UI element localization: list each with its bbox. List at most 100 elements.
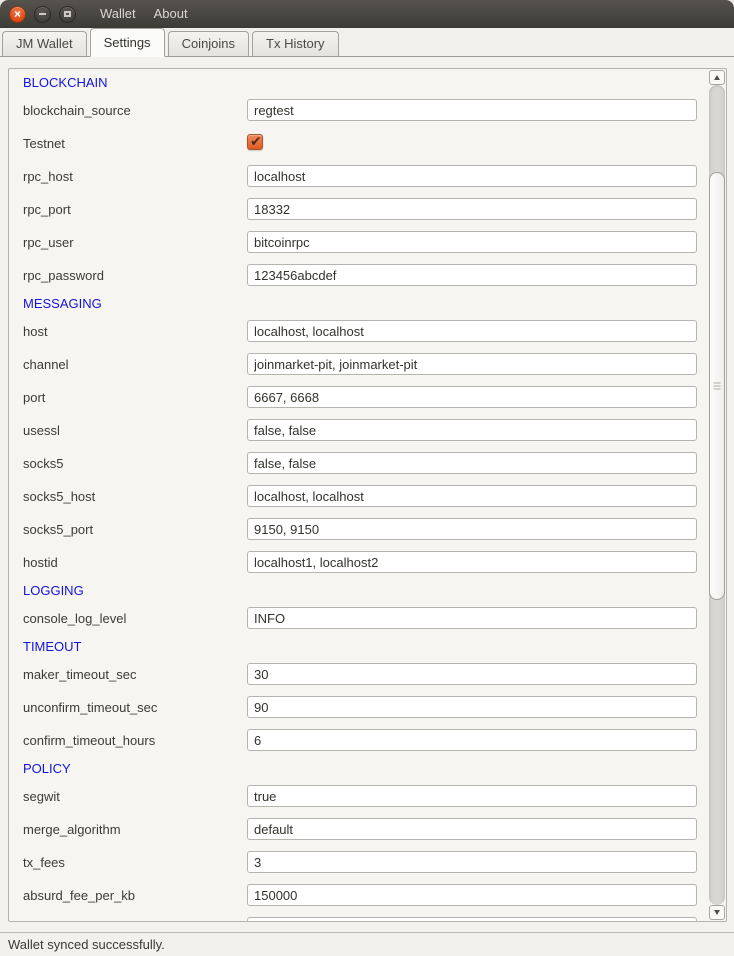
tab-tx-history[interactable]: Tx History	[252, 31, 339, 56]
maximize-icon	[64, 11, 71, 17]
field-input-channel[interactable]	[247, 353, 697, 375]
field-label: blockchain_source	[23, 94, 131, 127]
field-input-maker-timeout-sec[interactable]	[247, 663, 697, 685]
settings-row: socks5	[9, 447, 708, 480]
settings-row: segwit	[9, 780, 708, 813]
field-input-socks5-host[interactable]	[247, 485, 697, 507]
settings-row: Testnet	[9, 127, 708, 160]
field-input-absurd-fee-per-kb[interactable]	[247, 884, 697, 906]
scrollbar-thumb[interactable]	[709, 172, 725, 600]
settings-row: usessl	[9, 414, 708, 447]
settings-row: maker_timeout_sec	[9, 658, 708, 691]
scroll-up-button[interactable]	[709, 70, 725, 85]
field-input-merge-algorithm[interactable]	[247, 818, 697, 840]
field-input-tx-fees[interactable]	[247, 851, 697, 873]
menu-wallet[interactable]: Wallet	[100, 0, 136, 28]
field-input-hostid[interactable]	[247, 551, 697, 573]
scrollbar-track[interactable]	[709, 85, 725, 905]
close-icon: ×	[14, 8, 21, 20]
checkbox-testnet[interactable]	[247, 134, 263, 150]
field-label: port	[23, 381, 45, 414]
tab-coinjoins[interactable]: Coinjoins	[168, 31, 249, 56]
scroll-up-icon	[714, 75, 720, 80]
minimize-icon	[39, 13, 46, 15]
field-input-confirm-timeout-hours[interactable]	[247, 729, 697, 751]
settings-row: port	[9, 381, 708, 414]
field-input-rpc-port[interactable]	[247, 198, 697, 220]
settings-row: socks5_host	[9, 480, 708, 513]
field-label: socks5_port	[23, 513, 93, 546]
field-label: socks5	[23, 447, 63, 480]
scrollbar	[708, 69, 726, 921]
section-title-messaging: MESSAGING	[9, 292, 708, 315]
field-label: hostid	[23, 546, 58, 579]
field-input-host[interactable]	[247, 320, 697, 342]
settings-row	[9, 912, 708, 922]
tab-settings[interactable]: Settings	[90, 28, 165, 57]
settings-row: hostid	[9, 546, 708, 579]
field-label: maker_timeout_sec	[23, 658, 136, 691]
field-label: rpc_port	[23, 193, 71, 226]
settings-row: merge_algorithm	[9, 813, 708, 846]
field-input-blockchain-source[interactable]	[247, 99, 697, 121]
field-input-rpc-password[interactable]	[247, 264, 697, 286]
field-label: Testnet	[23, 127, 65, 160]
field-input-console-log-level[interactable]	[247, 607, 697, 629]
field-input-unconfirm-timeout-sec[interactable]	[247, 696, 697, 718]
settings-row: socks5_port	[9, 513, 708, 546]
titlebar: × Wallet About	[0, 0, 734, 28]
field-label: absurd_fee_per_kb	[23, 879, 135, 912]
status-bar: Wallet synced successfully.	[0, 932, 734, 956]
tab-jm-wallet[interactable]: JM Wallet	[2, 31, 87, 56]
field-label: confirm_timeout_hours	[23, 724, 155, 757]
scroll-down-button[interactable]	[709, 905, 725, 920]
window-controls: ×	[0, 6, 76, 23]
field-label: tx_fees	[23, 846, 65, 879]
scroll-down-icon	[714, 910, 720, 915]
field-label: merge_algorithm	[23, 813, 121, 846]
settings-row: unconfirm_timeout_sec	[9, 691, 708, 724]
settings-row: console_log_level	[9, 602, 708, 635]
field-input-port[interactable]	[247, 386, 697, 408]
field-input-usessl[interactable]	[247, 419, 697, 441]
menu-about[interactable]: About	[154, 0, 188, 28]
minimize-button[interactable]	[34, 6, 51, 23]
field-label: console_log_level	[23, 602, 126, 635]
field-label: segwit	[23, 780, 60, 813]
settings-row: rpc_password	[9, 259, 708, 292]
close-button[interactable]: ×	[9, 6, 26, 23]
field-label: rpc_password	[23, 259, 104, 292]
settings-row: confirm_timeout_hours	[9, 724, 708, 757]
settings-form: BLOCKCHAINblockchain_sourceTestnetrpc_ho…	[9, 69, 708, 922]
menubar: Wallet About	[100, 0, 188, 28]
settings-row: blockchain_source	[9, 94, 708, 127]
field-label: unconfirm_timeout_sec	[23, 691, 157, 724]
field-input-socks5[interactable]	[247, 452, 697, 474]
section-title-policy: POLICY	[9, 757, 708, 780]
field-input-socks5-port[interactable]	[247, 518, 697, 540]
field-label: channel	[23, 348, 69, 381]
section-title-blockchain: BLOCKCHAIN	[9, 71, 708, 94]
section-title-logging: LOGGING	[9, 579, 708, 602]
field-label: host	[23, 315, 48, 348]
settings-row: rpc_user	[9, 226, 708, 259]
field-input-partial[interactable]	[247, 917, 697, 922]
field-input-rpc-user[interactable]	[247, 231, 697, 253]
status-text: Wallet synced successfully.	[8, 937, 165, 952]
field-label: rpc_user	[23, 226, 74, 259]
settings-row: absurd_fee_per_kb	[9, 879, 708, 912]
settings-row: tx_fees	[9, 846, 708, 879]
section-title-timeout: TIMEOUT	[9, 635, 708, 658]
field-input-segwit[interactable]	[247, 785, 697, 807]
settings-row: rpc_port	[9, 193, 708, 226]
settings-row: rpc_host	[9, 160, 708, 193]
settings-row: channel	[9, 348, 708, 381]
field-label: rpc_host	[23, 160, 73, 193]
field-input-rpc-host[interactable]	[247, 165, 697, 187]
field-label: socks5_host	[23, 480, 95, 513]
settings-page: BLOCKCHAINblockchain_sourceTestnetrpc_ho…	[0, 57, 734, 932]
tab-bar: JM WalletSettingsCoinjoinsTx History	[0, 28, 734, 57]
app-window: × Wallet About JM WalletSettingsCoinjoin…	[0, 0, 734, 956]
maximize-button[interactable]	[59, 6, 76, 23]
field-label: usessl	[23, 414, 60, 447]
